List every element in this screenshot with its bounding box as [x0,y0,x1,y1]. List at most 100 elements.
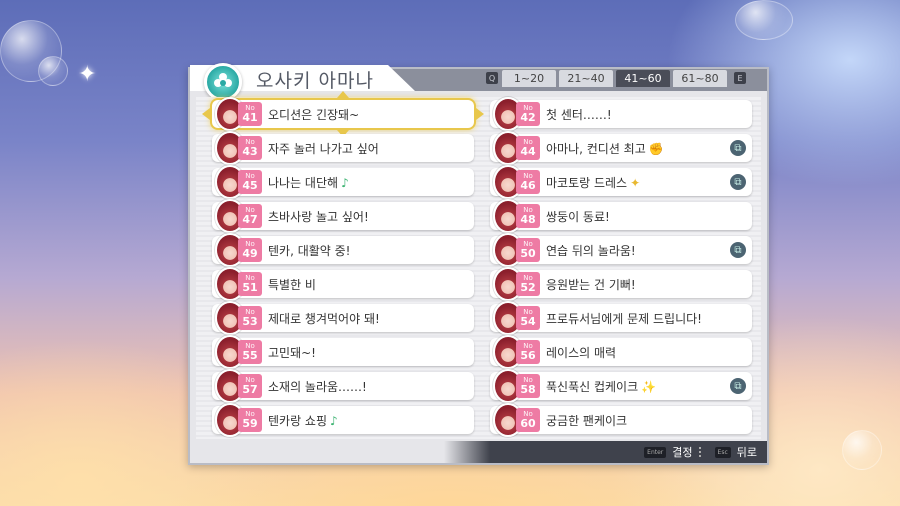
esc-key-chip: Esc [714,446,731,458]
item-title-row: 텐카랑 쇼핑 ♪ [268,412,338,429]
list-item[interactable]: No 45 나나는 대단해 ♪ [212,165,474,199]
number-prefix: No [245,342,255,350]
number-badge: No 43 [238,136,262,160]
number-badge: No 55 [238,340,262,364]
confirm-button[interactable]: 결정 [672,444,692,460]
number-value: 44 [520,145,536,158]
number-prefix: No [523,274,533,282]
number-prefix: No [523,138,533,146]
title-emoji-icon: ✨ [641,380,657,394]
page-tabs: Q 1~20 21~40 41~60 61~80 E [482,69,750,87]
number-badge: No 46 [516,170,540,194]
list-item[interactable]: No 43 자주 놀러 나가고 싶어 [212,131,474,165]
list-item[interactable]: No 58 푹신푹신 컵케이크 ✨ ⧉ [490,369,752,403]
item-title: 자주 놀러 나가고 싶어 [268,142,379,156]
item-title: 고민돼~! [268,346,316,360]
number-value: 47 [242,213,258,226]
number-prefix: No [523,308,533,316]
number-value: 48 [520,213,536,226]
number-value: 59 [242,417,258,430]
number-value: 42 [520,111,536,124]
selection-arrow-icon [476,108,484,120]
number-badge: No 54 [516,306,540,330]
number-prefix: No [523,410,533,418]
background-bubble [842,430,882,470]
title-emoji-icon: ✦ [630,176,641,190]
list-item[interactable]: No 55 고민돼~! [212,335,474,369]
item-title: 응원받는 건 기뻐! [546,278,636,292]
sparkle-icon: ✦ [78,62,97,87]
number-value: 57 [242,383,258,396]
number-prefix: No [523,376,533,384]
number-value: 49 [242,247,258,260]
item-title-row: 특별한 비 [268,276,316,293]
number-prefix: No [523,104,533,112]
number-prefix: No [245,172,255,180]
item-title-row: 푹신푹신 컵케이크 ✨ [546,378,656,395]
background-bubble [735,0,793,40]
number-badge: No 48 [516,204,540,228]
list-item[interactable]: No 49 텐카, 대활약 중! [212,233,474,267]
paperclip-icon: ⧉ [730,378,746,394]
prev-page-key[interactable]: Q [486,72,498,84]
paperclip-icon: ⧉ [730,140,746,156]
item-title: 텐카, 대활약 중! [268,244,351,258]
item-title-row: 텐카, 대활약 중! [268,242,351,259]
number-value: 41 [242,111,258,124]
tab-41-60[interactable]: 41~60 [616,69,670,87]
item-title: 오디션은 긴장돼~ [268,108,360,122]
number-badge: No 52 [516,272,540,296]
back-button[interactable]: 뒤로 [737,444,757,460]
number-prefix: No [245,410,255,418]
list-item[interactable]: No 42 첫 센터……! [490,97,752,131]
item-title: 아마나, 컨디션 최고 [546,142,646,156]
list-item[interactable]: No 57 소재의 놀라움……! [212,369,474,403]
list-item[interactable]: No 56 레이스의 매력 [490,335,752,369]
item-title-row: 응원받는 건 기뻐! [546,276,636,293]
number-badge: No 60 [516,408,540,432]
list-item[interactable]: No 48 쌍둥이 동료! [490,199,752,233]
list-item[interactable]: No 51 특별한 비 [212,267,474,301]
list-item[interactable]: No 60 궁금한 팬케이크 [490,403,752,437]
number-prefix: No [245,104,255,112]
tab-1-20[interactable]: 1~20 [502,69,556,87]
tab-21-40[interactable]: 21~40 [559,69,613,87]
paperclip-icon: ⧉ [730,242,746,258]
number-badge: No 50 [516,238,540,262]
number-prefix: No [523,172,533,180]
number-prefix: No [245,376,255,384]
number-value: 45 [242,179,258,192]
list-item[interactable]: No 50 연습 뒤의 놀라움! ⧉ [490,233,752,267]
next-page-key[interactable]: E [734,72,746,84]
number-prefix: No [245,138,255,146]
tab-61-80[interactable]: 61~80 [673,69,727,87]
number-badge: No 42 [516,102,540,126]
item-title-row: 첫 센터……! [546,106,612,123]
list-item[interactable]: No 59 텐카랑 쇼핑 ♪ [212,403,474,437]
list-item[interactable]: No 47 츠바사랑 놀고 싶어! [212,199,474,233]
item-title-row: 레이스의 매력 [546,344,616,361]
number-badge: No 57 [238,374,262,398]
item-title-row: 마코토랑 드레스 ✦ [546,174,640,191]
item-title-row: 연습 뒤의 놀라움! [546,242,636,259]
item-title: 특별한 비 [268,278,316,292]
number-value: 55 [242,349,258,362]
list-item[interactable]: No 44 아마나, 컨디션 최고 ✊ ⧉ [490,131,752,165]
number-badge: No 51 [238,272,262,296]
list-item[interactable]: No 41 오디션은 긴장돼~ [202,91,484,137]
number-badge: No 53 [238,306,262,330]
list-item[interactable]: No 54 프로듀서님에게 문제 드립니다! [490,301,752,335]
list-item[interactable]: No 46 마코토랑 드레스 ✦ ⧉ [490,165,752,199]
item-title: 궁금한 팬케이크 [546,414,628,428]
item-title: 푹신푹신 컵케이크 [546,380,639,394]
list-item[interactable]: No 52 응원받는 건 기뻐! [490,267,752,301]
item-title: 텐카랑 쇼핑 [268,414,328,428]
number-value: 54 [520,315,536,328]
number-badge: No 56 [516,340,540,364]
list-item[interactable]: No 53 제대로 챙겨먹어야 돼! [212,301,474,335]
number-prefix: No [245,206,255,214]
number-badge: No 41 [238,102,262,126]
number-prefix: No [245,308,255,316]
footer-bar: Enter 결정 Esc 뒤로 [190,441,767,463]
communication-list: No 41 오디션은 긴장돼~ No 42 첫 센터……! No 43 자주 놀러 나가고 싶어… [196,91,761,439]
